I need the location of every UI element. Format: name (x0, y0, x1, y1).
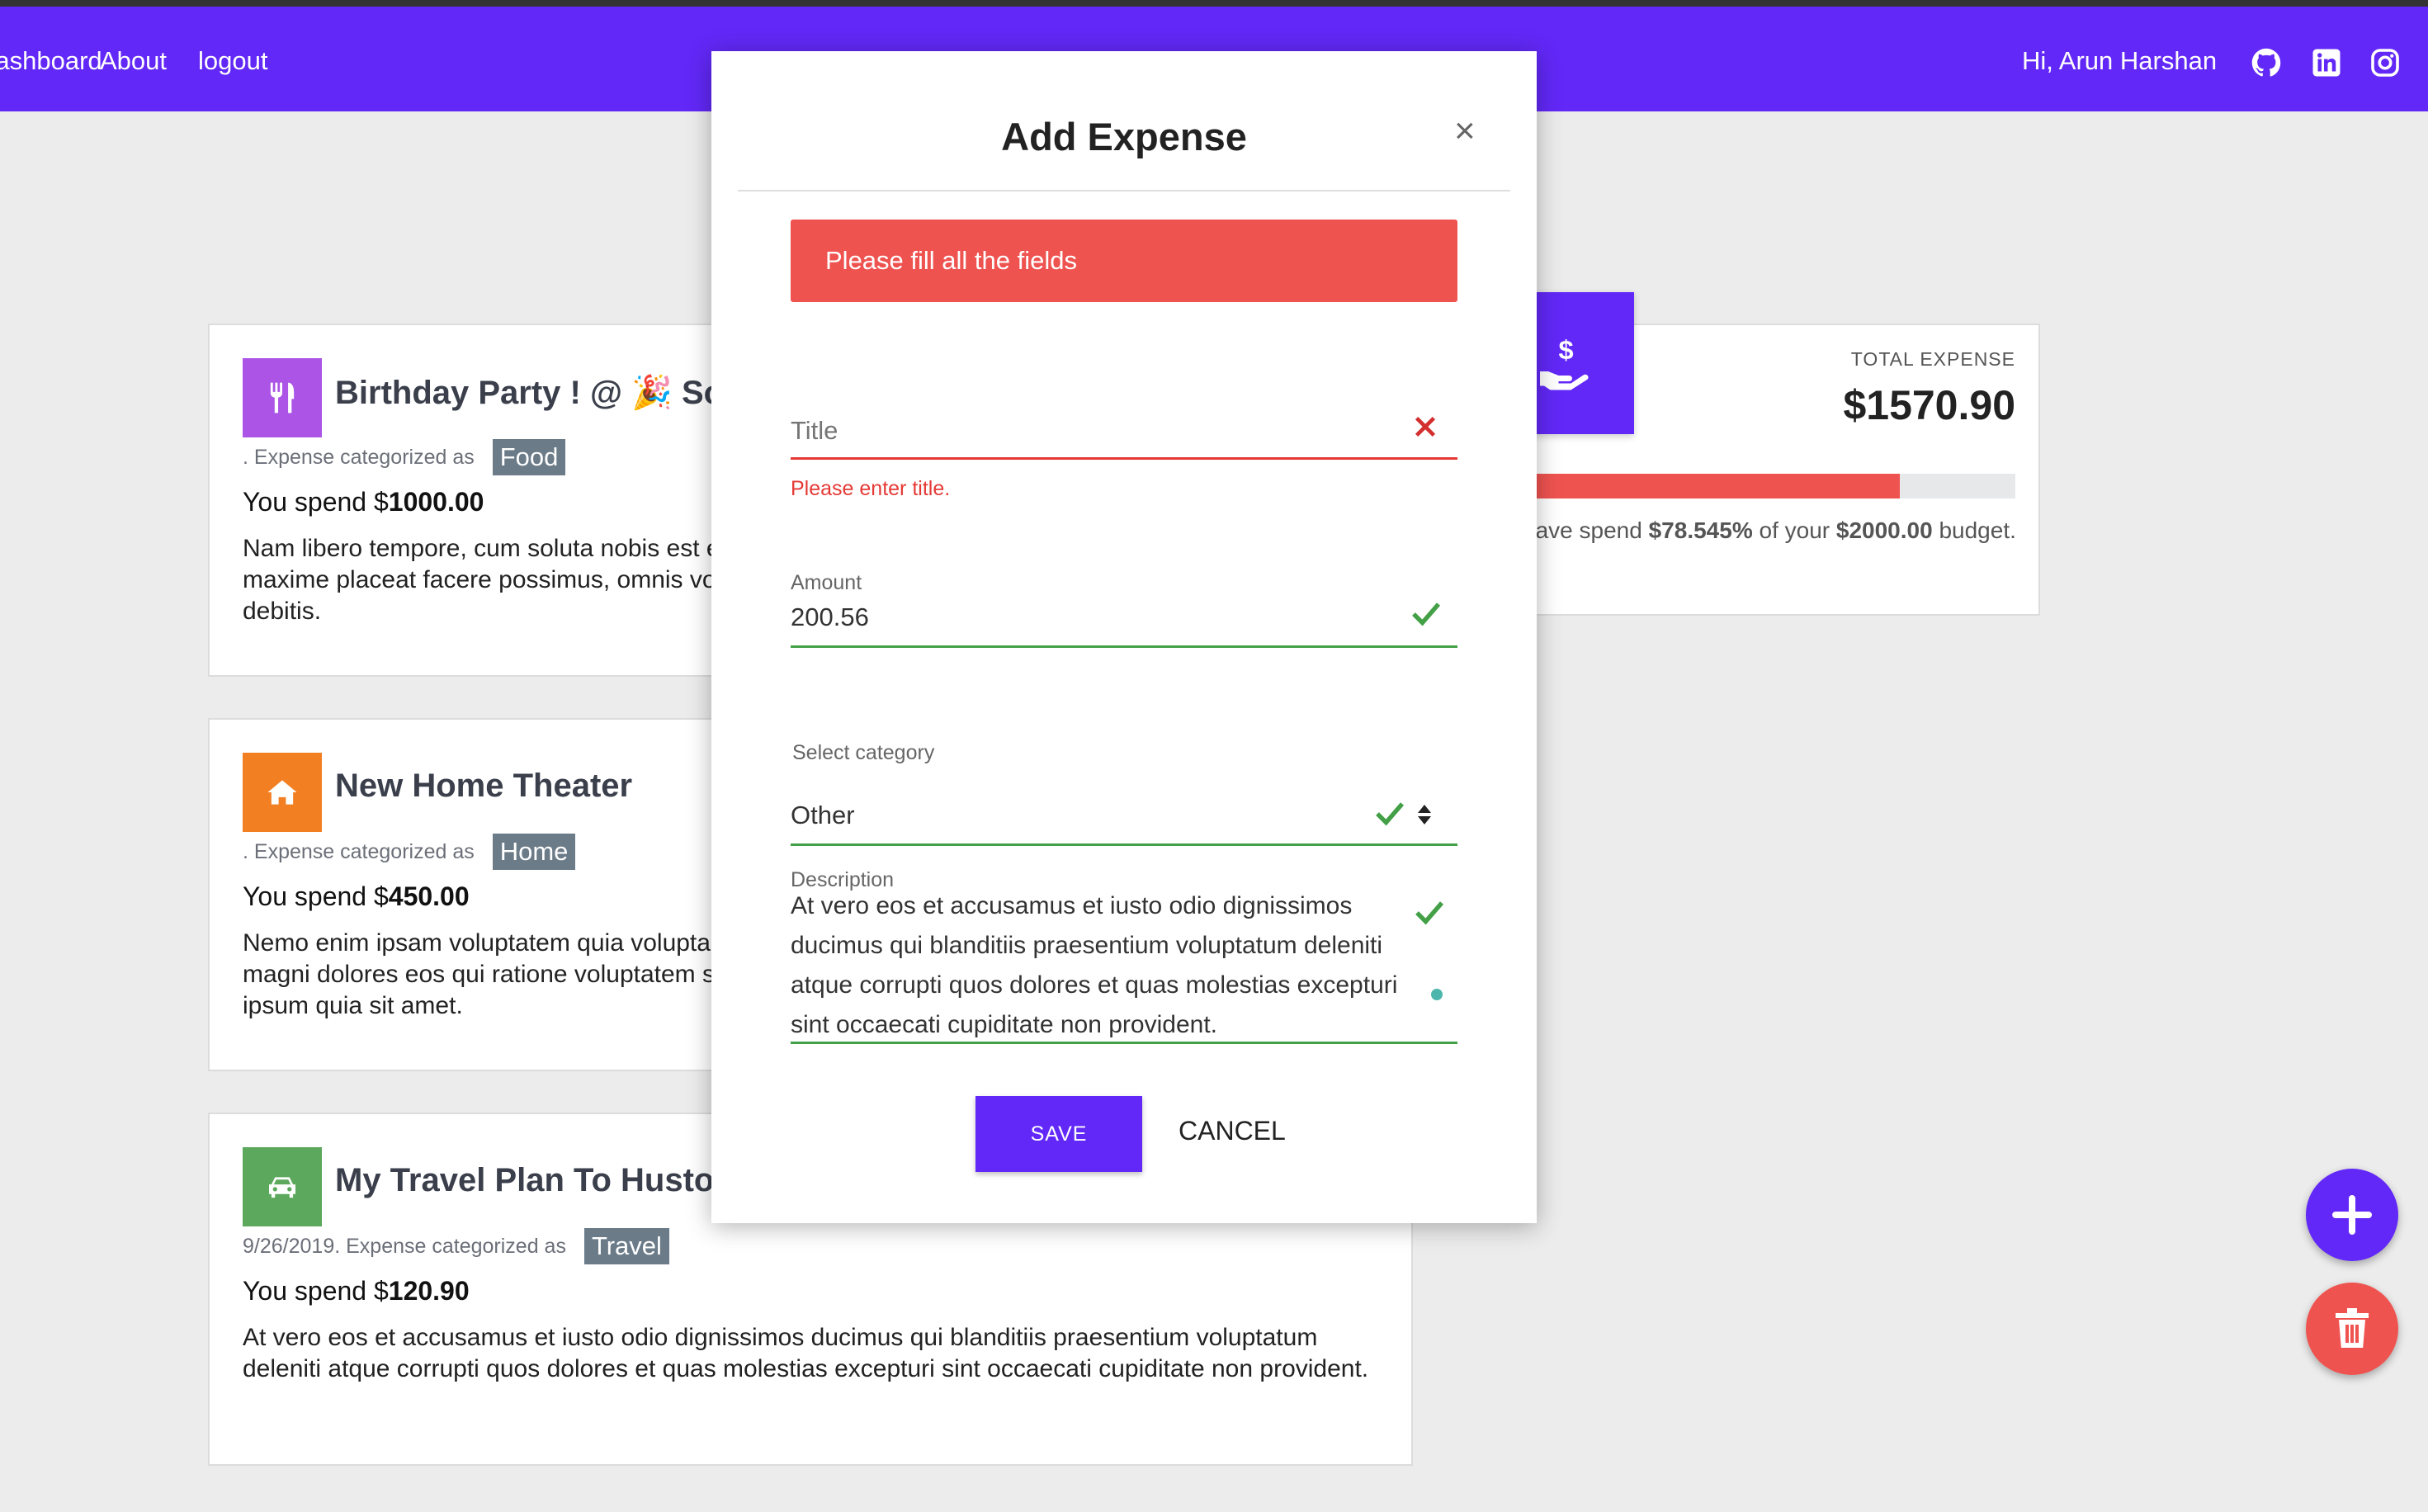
user-greeting: Hi, Arun Harshan (2022, 46, 2218, 75)
amount-field[interactable]: Amount 200.56 (791, 518, 1457, 648)
category-value[interactable]: Other (791, 801, 855, 830)
category-tag: Food (492, 439, 566, 475)
expense-spend: You spend $1000.00 (243, 487, 484, 517)
spend-amount: 120.90 (388, 1276, 470, 1306)
error-alert: Please fill all the fields (791, 220, 1457, 302)
expense-title: New Home Theater (335, 768, 633, 804)
budget-progress-fill (1477, 474, 1901, 498)
description-input[interactable]: At vero eos et accusamus et iusto odio d… (791, 886, 1443, 1045)
summary-total: $1570.90 (1843, 382, 2015, 428)
summary-text-middle: of your (1759, 517, 1830, 543)
trash-icon (2336, 1308, 2369, 1348)
spend-amount: 450.00 (388, 881, 470, 911)
amount-underline (791, 645, 1457, 648)
title-underline (791, 457, 1457, 460)
summary-text-suffix: budget. (1939, 517, 2016, 543)
add-expense-fab[interactable] (2306, 1169, 2398, 1261)
instagram-icon[interactable] (2370, 48, 2400, 78)
github-icon[interactable] (2251, 48, 2281, 78)
category-label: Select category (792, 741, 935, 764)
amount-label: Amount (791, 571, 862, 594)
cancel-button[interactable]: CANCEL (1179, 1116, 1286, 1146)
resize-handle[interactable] (1431, 989, 1443, 1000)
home-icon (267, 780, 297, 805)
budget-progress (1477, 474, 2015, 498)
check-icon (1412, 602, 1441, 626)
category-icon-box (243, 358, 322, 437)
money-hand-icon: $ (1540, 335, 1589, 390)
modal-title: Add Expense (1001, 115, 1247, 158)
plus-icon (2332, 1195, 2372, 1235)
description-field[interactable]: Description At vero eos et accusamus et … (791, 868, 1457, 1050)
close-icon[interactable]: × (1454, 111, 1476, 152)
nav-dashboard-link[interactable]: Dashboard (0, 46, 102, 76)
check-icon (1376, 802, 1405, 826)
category-select[interactable]: Select category Other (791, 687, 1457, 846)
expense-spend: You spend $120.90 (243, 1276, 470, 1306)
svg-text:$: $ (1559, 335, 1574, 365)
expense-date: 9/26/2019 (243, 1234, 335, 1258)
spend-amount: 1000.00 (388, 487, 484, 517)
summary-card: $ TOTAL EXPENSE $1570.90 You have spend … (1453, 292, 2040, 616)
car-icon (269, 1177, 295, 1198)
summary-text: You have spend $78.545% of your $2000.00… (1477, 513, 2022, 548)
summary-label: TOTAL EXPENSE (1850, 348, 2015, 370)
select-arrows-icon[interactable] (1418, 804, 1431, 825)
category-tag: Travel (583, 1228, 669, 1264)
category-icon-box (243, 1147, 322, 1226)
title-field: Please enter title. (791, 398, 1457, 500)
check-icon (1415, 901, 1444, 925)
description-underline (791, 1042, 1457, 1044)
title-input[interactable] (791, 411, 1418, 451)
add-expense-modal: Add Expense × Please fill all the fields… (711, 51, 1537, 1223)
category-icon-box (243, 753, 322, 832)
linkedin-icon[interactable] (2312, 48, 2341, 78)
category-row: . Expense categorized as Home (243, 834, 576, 870)
spend-prefix: You spend $ (243, 487, 389, 517)
amount-input[interactable]: 200.56 (791, 602, 869, 632)
category-prefix: . Expense categorized as (243, 445, 475, 469)
save-button[interactable]: SAVE (975, 1096, 1142, 1172)
category-underline (791, 843, 1457, 846)
utensils-icon (270, 382, 295, 413)
expense-title: My Travel Plan To Huston (335, 1162, 735, 1198)
delete-fab[interactable] (2306, 1283, 2398, 1375)
expense-spend: You spend $450.00 (243, 881, 470, 912)
nav-about-link[interactable]: About (100, 46, 167, 76)
summary-percent: $78.545% (1648, 517, 1753, 543)
title-error: Please enter title. (791, 477, 951, 500)
top-border (0, 0, 2428, 7)
error-x-icon (1415, 416, 1436, 437)
spend-prefix: You spend $ (243, 1276, 389, 1306)
spend-prefix: You spend $ (243, 881, 389, 911)
category-prefix: . Expense categorized as (334, 1234, 566, 1258)
category-tag: Home (492, 834, 576, 870)
modal-divider (738, 190, 1510, 191)
expense-description: At vero eos et accusamus et iusto odio d… (243, 1324, 1369, 1382)
category-row: . Expense categorized as Food (243, 439, 566, 475)
category-row: 9/26/2019. Expense categorized as Travel (243, 1228, 669, 1264)
expense-title: Birthday Party ! @ 🎉 Sonic (335, 375, 772, 411)
summary-budget: $2000.00 (1835, 517, 1933, 543)
nav-logout-link[interactable]: logout (198, 46, 267, 76)
category-prefix: . Expense categorized as (243, 839, 475, 863)
